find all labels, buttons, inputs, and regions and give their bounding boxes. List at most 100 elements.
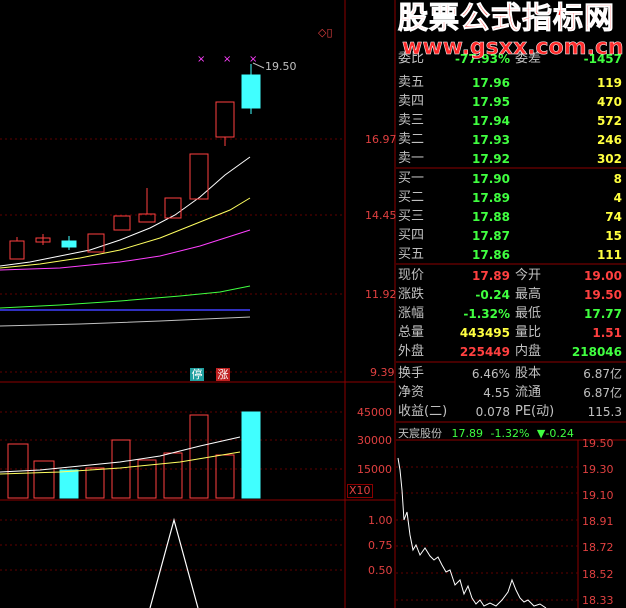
y-axis-label: 11.92 [365, 288, 397, 301]
buy-2-volume: 4 [613, 191, 622, 205]
quote-label: 最高 [515, 287, 542, 302]
sell-5-volume: 119 [596, 76, 622, 90]
watermark-title: 股票公式指标网 [398, 1, 615, 36]
quote-value: 218046 [571, 345, 622, 359]
high-price-annotation: 19.50 [265, 60, 297, 73]
site-watermark: 股票公式指标网 www.gsxx.com.cn [398, 1, 624, 62]
quote-label: 涨幅 [398, 306, 425, 321]
buy-3-volume: 74 [605, 210, 622, 224]
quote-value: 17.89 [472, 269, 510, 283]
quote-label: 涨跌 [398, 287, 425, 302]
sell-5-price[interactable]: 17.96 [440, 74, 510, 92]
volume-axis-label: 30000 [357, 434, 392, 447]
suspend-tag: 停 [190, 368, 204, 381]
mini-axis-label: 18.52 [582, 568, 614, 581]
mini-chart-header[interactable]: 天宸股份 17.89 -1.32% ▼-0.24 [398, 425, 574, 441]
buy-1-label: 买一 [398, 171, 425, 186]
volume-multiplier: X10 [347, 484, 373, 498]
fund-value: 6.87亿 [583, 386, 622, 400]
quote-label: 外盘 [398, 344, 425, 359]
fund-label: 流通 [515, 385, 542, 400]
sell-1-volume: 302 [596, 152, 622, 166]
quote-value: 17.77 [584, 307, 622, 321]
mini-pct: -1.32% [490, 427, 530, 440]
mini-axis-label: 19.10 [582, 489, 614, 502]
buy-5-label: 买五 [398, 247, 425, 262]
sell-3-label: 卖三 [398, 113, 425, 128]
sell-4-label: 卖四 [398, 94, 425, 109]
sell-5-label: 卖五 [398, 75, 425, 90]
panel-toggle-icon[interactable]: ◇▯ [318, 26, 333, 39]
mini-price: 17.89 [451, 427, 484, 440]
fund-label: 净资 [398, 385, 425, 400]
quote-value: 1.51 [592, 326, 622, 340]
buy-2-price[interactable]: 17.89 [440, 189, 510, 207]
sell-2-price[interactable]: 17.93 [440, 131, 510, 149]
buy-3-price[interactable]: 17.88 [440, 208, 510, 226]
buy-4-label: 买四 [398, 228, 425, 243]
indicator-axis-label: 0.50 [368, 564, 393, 577]
ma-white [0, 156, 251, 267]
buy-5-volume: 111 [596, 248, 622, 262]
mini-change: ▼-0.24 [536, 427, 574, 440]
quote-value: 225449 [459, 345, 510, 359]
svg-text:×: × [197, 54, 205, 65]
mini-axis-label: 18.91 [582, 515, 614, 528]
sell-2-volume: 246 [596, 133, 622, 147]
mini-axis-label: 19.30 [582, 463, 614, 476]
ma-gray [0, 316, 251, 327]
sell-3-price[interactable]: 17.94 [440, 112, 510, 130]
quote-label: 现价 [398, 268, 425, 283]
quote-label: 内盘 [515, 344, 542, 359]
indicator-line [149, 517, 199, 608]
fund-value: 0.078 [475, 405, 510, 419]
quote-label: 最低 [515, 306, 542, 321]
fund-label: 股本 [515, 366, 542, 381]
mini-axis-label: 18.33 [582, 594, 614, 607]
mini-axis-label: 18.72 [582, 541, 614, 554]
indicator-axis-label: 0.75 [368, 539, 393, 552]
svg-text:×: × [223, 54, 231, 65]
quote-label: 量比 [515, 325, 542, 340]
quote-value: 443495 [459, 326, 510, 340]
fund-value: 6.87亿 [583, 367, 622, 381]
ma-green [0, 285, 251, 309]
volume-axis-label: 45000 [357, 406, 392, 419]
buy-2-label: 买二 [398, 190, 425, 205]
limit-up-tag: 涨 [216, 368, 230, 381]
sell-2-label: 卖二 [398, 132, 425, 147]
y-axis-label: 14.45 [365, 209, 397, 222]
quote-label: 总量 [398, 325, 425, 340]
y-axis-label: 16.97 [365, 133, 397, 146]
buy-5-price[interactable]: 17.86 [440, 246, 510, 264]
fund-value: 4.55 [483, 386, 510, 400]
volume-axis-label: 15000 [357, 463, 392, 476]
buy-1-volume: 8 [613, 172, 622, 186]
quote-value: -0.24 [475, 288, 510, 302]
watermark-url: www.gsxx.com.cn [402, 35, 624, 60]
sell-1-label: 卖一 [398, 151, 425, 166]
fund-value: 115.3 [587, 405, 622, 419]
sell-4-price[interactable]: 17.95 [440, 93, 510, 111]
y-axis-label: 9.39 [370, 366, 395, 379]
indicator-axis-label: 1.00 [368, 514, 393, 527]
buy-4-volume: 15 [605, 229, 622, 243]
sell-1-price[interactable]: 17.92 [440, 150, 510, 168]
fund-label: PE(动) [515, 404, 555, 419]
fund-label: 换手 [398, 366, 425, 381]
buy-3-label: 买三 [398, 209, 425, 224]
sell-4-volume: 470 [596, 95, 622, 109]
kline-svg[interactable]: × × × [0, 0, 626, 608]
mini-intraday-line [397, 457, 547, 608]
buy-4-price[interactable]: 17.87 [440, 227, 510, 245]
buy-1-price[interactable]: 17.90 [440, 170, 510, 188]
stock-name: 天宸股份 [398, 427, 442, 440]
quote-value: -1.32% [463, 307, 510, 321]
quote-label: 今开 [515, 268, 542, 283]
fund-value: 6.46% [471, 367, 510, 381]
ma-yellow [0, 197, 251, 269]
quote-value: 19.50 [584, 288, 622, 302]
mini-axis-label: 19.50 [582, 437, 614, 450]
candles [9, 64, 261, 260]
quote-value: 19.00 [584, 269, 622, 283]
